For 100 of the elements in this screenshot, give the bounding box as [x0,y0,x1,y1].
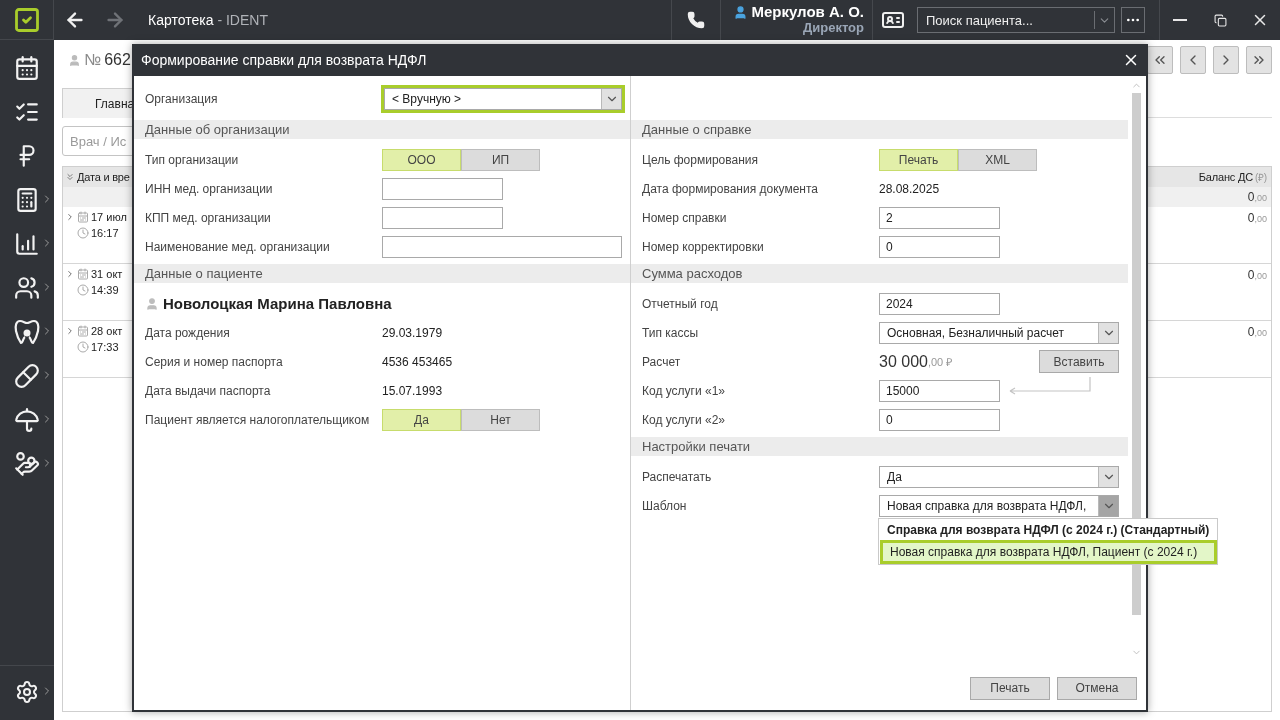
toggle-option[interactable]: ООО [382,148,461,171]
field-label: Наименование мед. организации [144,239,331,254]
dialog-button[interactable]: Печать [970,676,1050,700]
field-label: Отчетный год [641,296,719,311]
visit-time: 14:39 [91,284,119,296]
window-title: Картотека [148,12,214,28]
text-input[interactable]: 2 [879,206,1000,229]
amount-fraction: ,00 ₽ [927,356,953,369]
balance-value: 0 [1247,211,1255,225]
toggle-option[interactable]: Печать [879,148,958,171]
field-label: ИНН мед. организации [144,181,274,196]
column-header: Баланс ДС [1198,171,1253,183]
organization-dropdown[interactable]: < Вручную > [384,87,622,110]
calculator-icon [14,187,40,213]
person-icon [145,296,159,311]
restore-icon [1213,13,1227,27]
patient-name: Новолоцкая Марина Павловна [163,295,392,312]
hand-coins-icon [14,451,40,477]
tooth-icon [13,318,41,346]
clock-icon [77,227,89,239]
text-input[interactable] [382,177,503,200]
section-header: Данные об организации [134,120,630,139]
text-input[interactable] [382,206,503,229]
field-label: Дата формирования документа [641,181,819,196]
column-unit: (₽) [1254,171,1267,184]
toggle-option[interactable]: ИП [461,148,540,171]
minimize-icon [1173,19,1187,21]
balance-value: 0 [1247,268,1255,282]
section-header: Сумма расходов [631,264,1128,283]
section-header: Настройки печати [631,437,1128,456]
bar-chart-icon [14,231,40,257]
field-value: 4536 453465 [382,354,453,369]
umbrella-icon [14,407,40,433]
calendar-icon [77,268,89,280]
field-label: КПП мед. организации [144,210,272,225]
text-input[interactable]: 15000 [879,379,1000,402]
field-label: Расчет [641,354,682,369]
last-button[interactable] [1246,46,1272,74]
toggle-option[interactable]: Нет [461,408,540,431]
field-value: 28.08.2025 [879,181,940,196]
field-label: Шаблон [641,498,688,513]
clock-icon [77,341,89,353]
balance-value: 0 [1247,325,1255,339]
number-sign: № [84,51,102,69]
toggle-option[interactable]: XML [958,148,1037,171]
dialog-button[interactable]: Отмена [1057,676,1137,700]
field-label: Пациент является налогоплательщиком [144,412,371,427]
expand-icon[interactable] [65,269,75,279]
field-label: Распечатать [641,469,713,484]
expand-icon[interactable] [65,326,75,336]
text-input[interactable]: 0 [879,235,1000,258]
user-name: Меркулов А. О. [751,4,864,20]
people-icon [14,275,40,301]
visit-date: 17 июл [91,211,127,223]
field-label: Серия и номер паспорта [144,354,284,369]
expand-icon[interactable] [65,212,75,222]
person-icon [68,53,81,67]
visit-time: 17:33 [91,341,119,353]
pill-icon [14,363,40,389]
clock-icon [77,284,89,296]
dialog-title: Формирование справки для возврата НДФЛ [141,52,427,68]
app-name: - IDENT [217,12,268,28]
field-label: Цель формирования [641,152,759,167]
section-header: Данные о справке [631,120,1128,139]
dropdown[interactable]: Да [879,465,1119,488]
phone-icon [687,11,706,29]
visit-date: 31 окт [91,268,123,280]
toggle-option[interactable]: Да [382,408,461,431]
text-input[interactable]: 2024 [879,292,1000,315]
user-role: Директор [803,20,864,36]
field-label: Номер справки [641,210,728,225]
insert-button[interactable]: Вставить [1039,350,1119,373]
first-button[interactable] [1147,46,1173,74]
dropdown[interactable]: Основная, Безналичный расчет [879,321,1119,344]
field-label: Тип кассы [641,325,700,340]
field-value: 15.07.1993 [382,383,443,398]
section-header: Данные о пациенте [134,264,630,283]
dropdown-option[interactable]: Новая справка для возврата НДФЛ, Пациент (с 2024 г.) [880,539,1218,564]
more-button[interactable] [1121,7,1145,33]
text-input[interactable]: 0 [879,408,1000,431]
user-icon [733,4,749,20]
balance-fraction: ,00 [1254,193,1267,203]
field-label: Дата рождения [144,325,231,340]
visit-time: 16:17 [91,227,119,239]
field-label: Номер корректировки [641,239,765,254]
calendar-icon [77,325,89,337]
visit-date: 28 окт [91,325,123,337]
double-chevron-down-icon [65,172,75,182]
card-number: 662 [104,51,131,69]
balance-fraction: ,00 [1254,271,1267,281]
field-label: Код услуги «2» [641,412,727,427]
calendar-icon [77,211,89,223]
settings-icon [15,680,39,704]
column-header: Дата и вре [77,171,130,183]
logo-icon [12,5,41,34]
field-label: Код услуги «1» [641,383,727,398]
amount-value: 30 000 [879,352,928,371]
balance-fraction: ,00 [1254,214,1267,224]
patient-search-field[interactable]: Поиск пациента... [917,7,1115,33]
text-input[interactable] [382,235,622,258]
